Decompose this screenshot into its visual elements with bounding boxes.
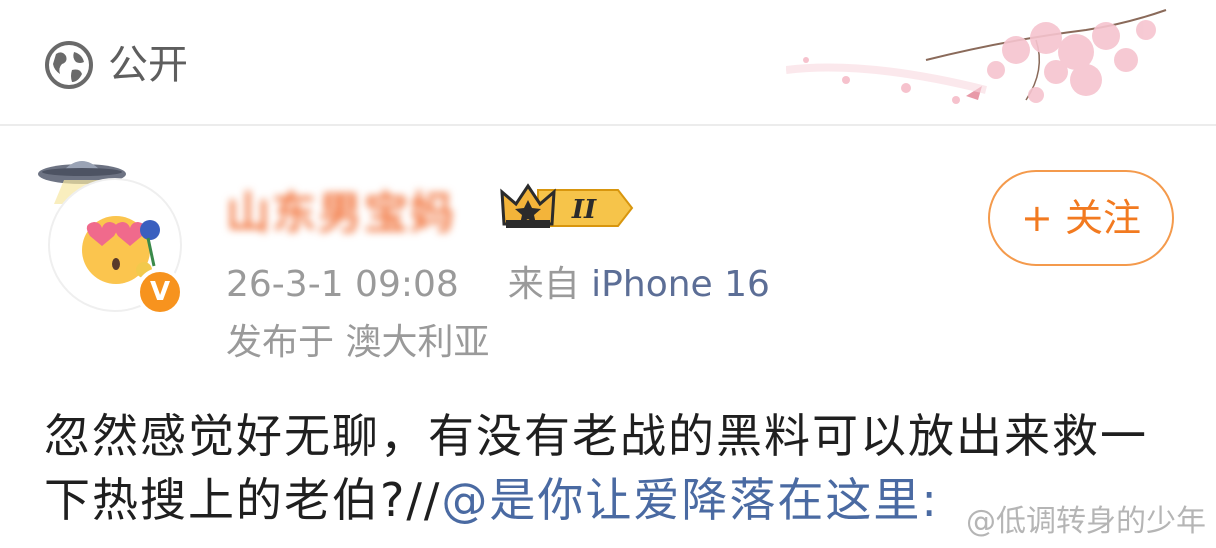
globe-icon <box>45 41 93 89</box>
author-name[interactable]: 山东男宝妈 <box>226 186 456 242</box>
cherry-blossom-decoration <box>786 9 1167 104</box>
level-badge-text: II <box>571 195 597 225</box>
post-location: 发布于 澳大利亚 <box>226 322 490 363</box>
visibility-label: 公开 <box>108 42 188 88</box>
source-prefix: 来自 <box>507 264 580 305</box>
mention-link[interactable]: @是你让爱降落在这里: <box>441 473 939 527</box>
watermark: @低调转身的少年 <box>966 504 1206 539</box>
visibility-bar: 公开 <box>0 0 1216 126</box>
follow-button[interactable]: + 关注 <box>988 170 1174 266</box>
crown-level-badge[interactable]: II <box>498 180 638 236</box>
post-timestamp: 26-3-1 09:08 <box>226 264 459 305</box>
verified-badge: V <box>136 268 184 316</box>
post-meta: 26-3-1 09:08 来自 iPhone 16 <box>226 260 770 310</box>
source-device-link[interactable]: iPhone 16 <box>591 264 770 305</box>
